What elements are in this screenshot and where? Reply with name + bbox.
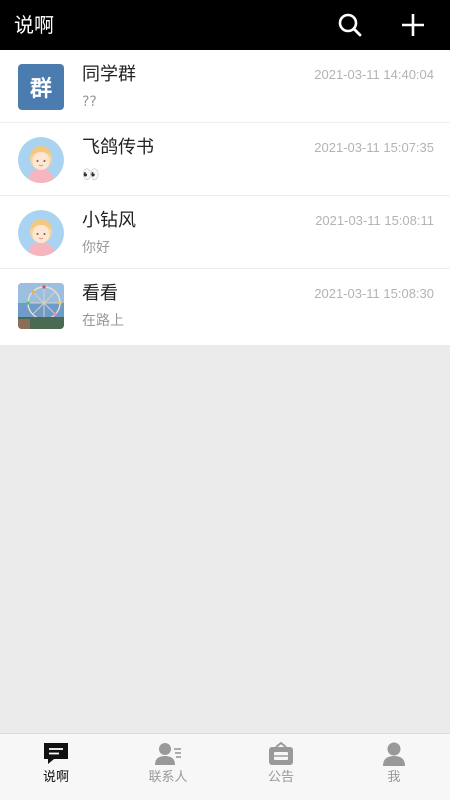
add-button[interactable] bbox=[396, 8, 430, 42]
conversation-time: 2021-03-11 15:07:35 bbox=[314, 140, 434, 155]
tab-label: 我 bbox=[387, 770, 401, 785]
tab-label: 公告 bbox=[267, 770, 294, 785]
photo-avatar bbox=[18, 283, 64, 329]
tab-me[interactable]: 我 bbox=[338, 734, 450, 800]
avatar bbox=[18, 210, 64, 256]
conversation-time: 2021-03-11 15:08:30 bbox=[314, 286, 434, 301]
tab-announcements[interactable]: 公告 bbox=[225, 734, 337, 800]
app-header: 说啊 bbox=[0, 0, 450, 50]
conversation-row[interactable]: 群 同学群 2021-03-11 14:40:04 ?? bbox=[0, 50, 450, 123]
conversation-row[interactable]: 看看 2021-03-11 15:08:30 在路上 bbox=[0, 269, 450, 345]
tab-chats[interactable]: 说啊 bbox=[0, 734, 112, 800]
conversation-preview: 👀 bbox=[82, 167, 100, 183]
conversation-preview: 你好 bbox=[82, 240, 110, 256]
bottom-tab-bar: 说啊 联系人 公告 我 bbox=[0, 733, 450, 800]
conversation-row[interactable]: 小钻风 2021-03-11 15:08:11 你好 bbox=[0, 196, 450, 269]
search-icon bbox=[338, 13, 362, 37]
girl-avatar-icon bbox=[18, 137, 64, 183]
profile-icon bbox=[383, 742, 405, 766]
ferris-wheel-photo-icon bbox=[18, 283, 64, 329]
page-title: 说啊 bbox=[14, 13, 54, 37]
group-avatar: 群 bbox=[18, 64, 64, 110]
avatar bbox=[18, 137, 64, 183]
conversation-list: 群 同学群 2021-03-11 14:40:04 ?? 飞鸽传书 2021-0… bbox=[0, 50, 450, 345]
search-button[interactable] bbox=[333, 8, 367, 42]
announcement-icon bbox=[269, 741, 293, 765]
plus-icon bbox=[402, 14, 424, 36]
conversation-name: 同学群 bbox=[82, 64, 136, 85]
tab-contacts[interactable]: 联系人 bbox=[112, 734, 224, 800]
conversation-name: 看看 bbox=[82, 283, 118, 304]
conversation-row[interactable]: 飞鸽传书 2021-03-11 15:07:35 👀 bbox=[0, 123, 450, 196]
conversation-preview: ?? bbox=[82, 94, 97, 110]
girl-avatar-icon bbox=[18, 210, 64, 256]
contacts-icon bbox=[155, 743, 181, 765]
conversation-time: 2021-03-11 15:08:11 bbox=[315, 213, 434, 228]
conversation-time: 2021-03-11 14:40:04 bbox=[314, 67, 434, 82]
chat-icon bbox=[44, 743, 68, 764]
conversation-preview: 在路上 bbox=[82, 313, 124, 329]
conversation-name: 飞鸽传书 bbox=[82, 137, 154, 158]
tab-label: 说啊 bbox=[42, 770, 69, 785]
conversation-name: 小钻风 bbox=[82, 210, 136, 231]
tab-label: 联系人 bbox=[148, 770, 188, 785]
